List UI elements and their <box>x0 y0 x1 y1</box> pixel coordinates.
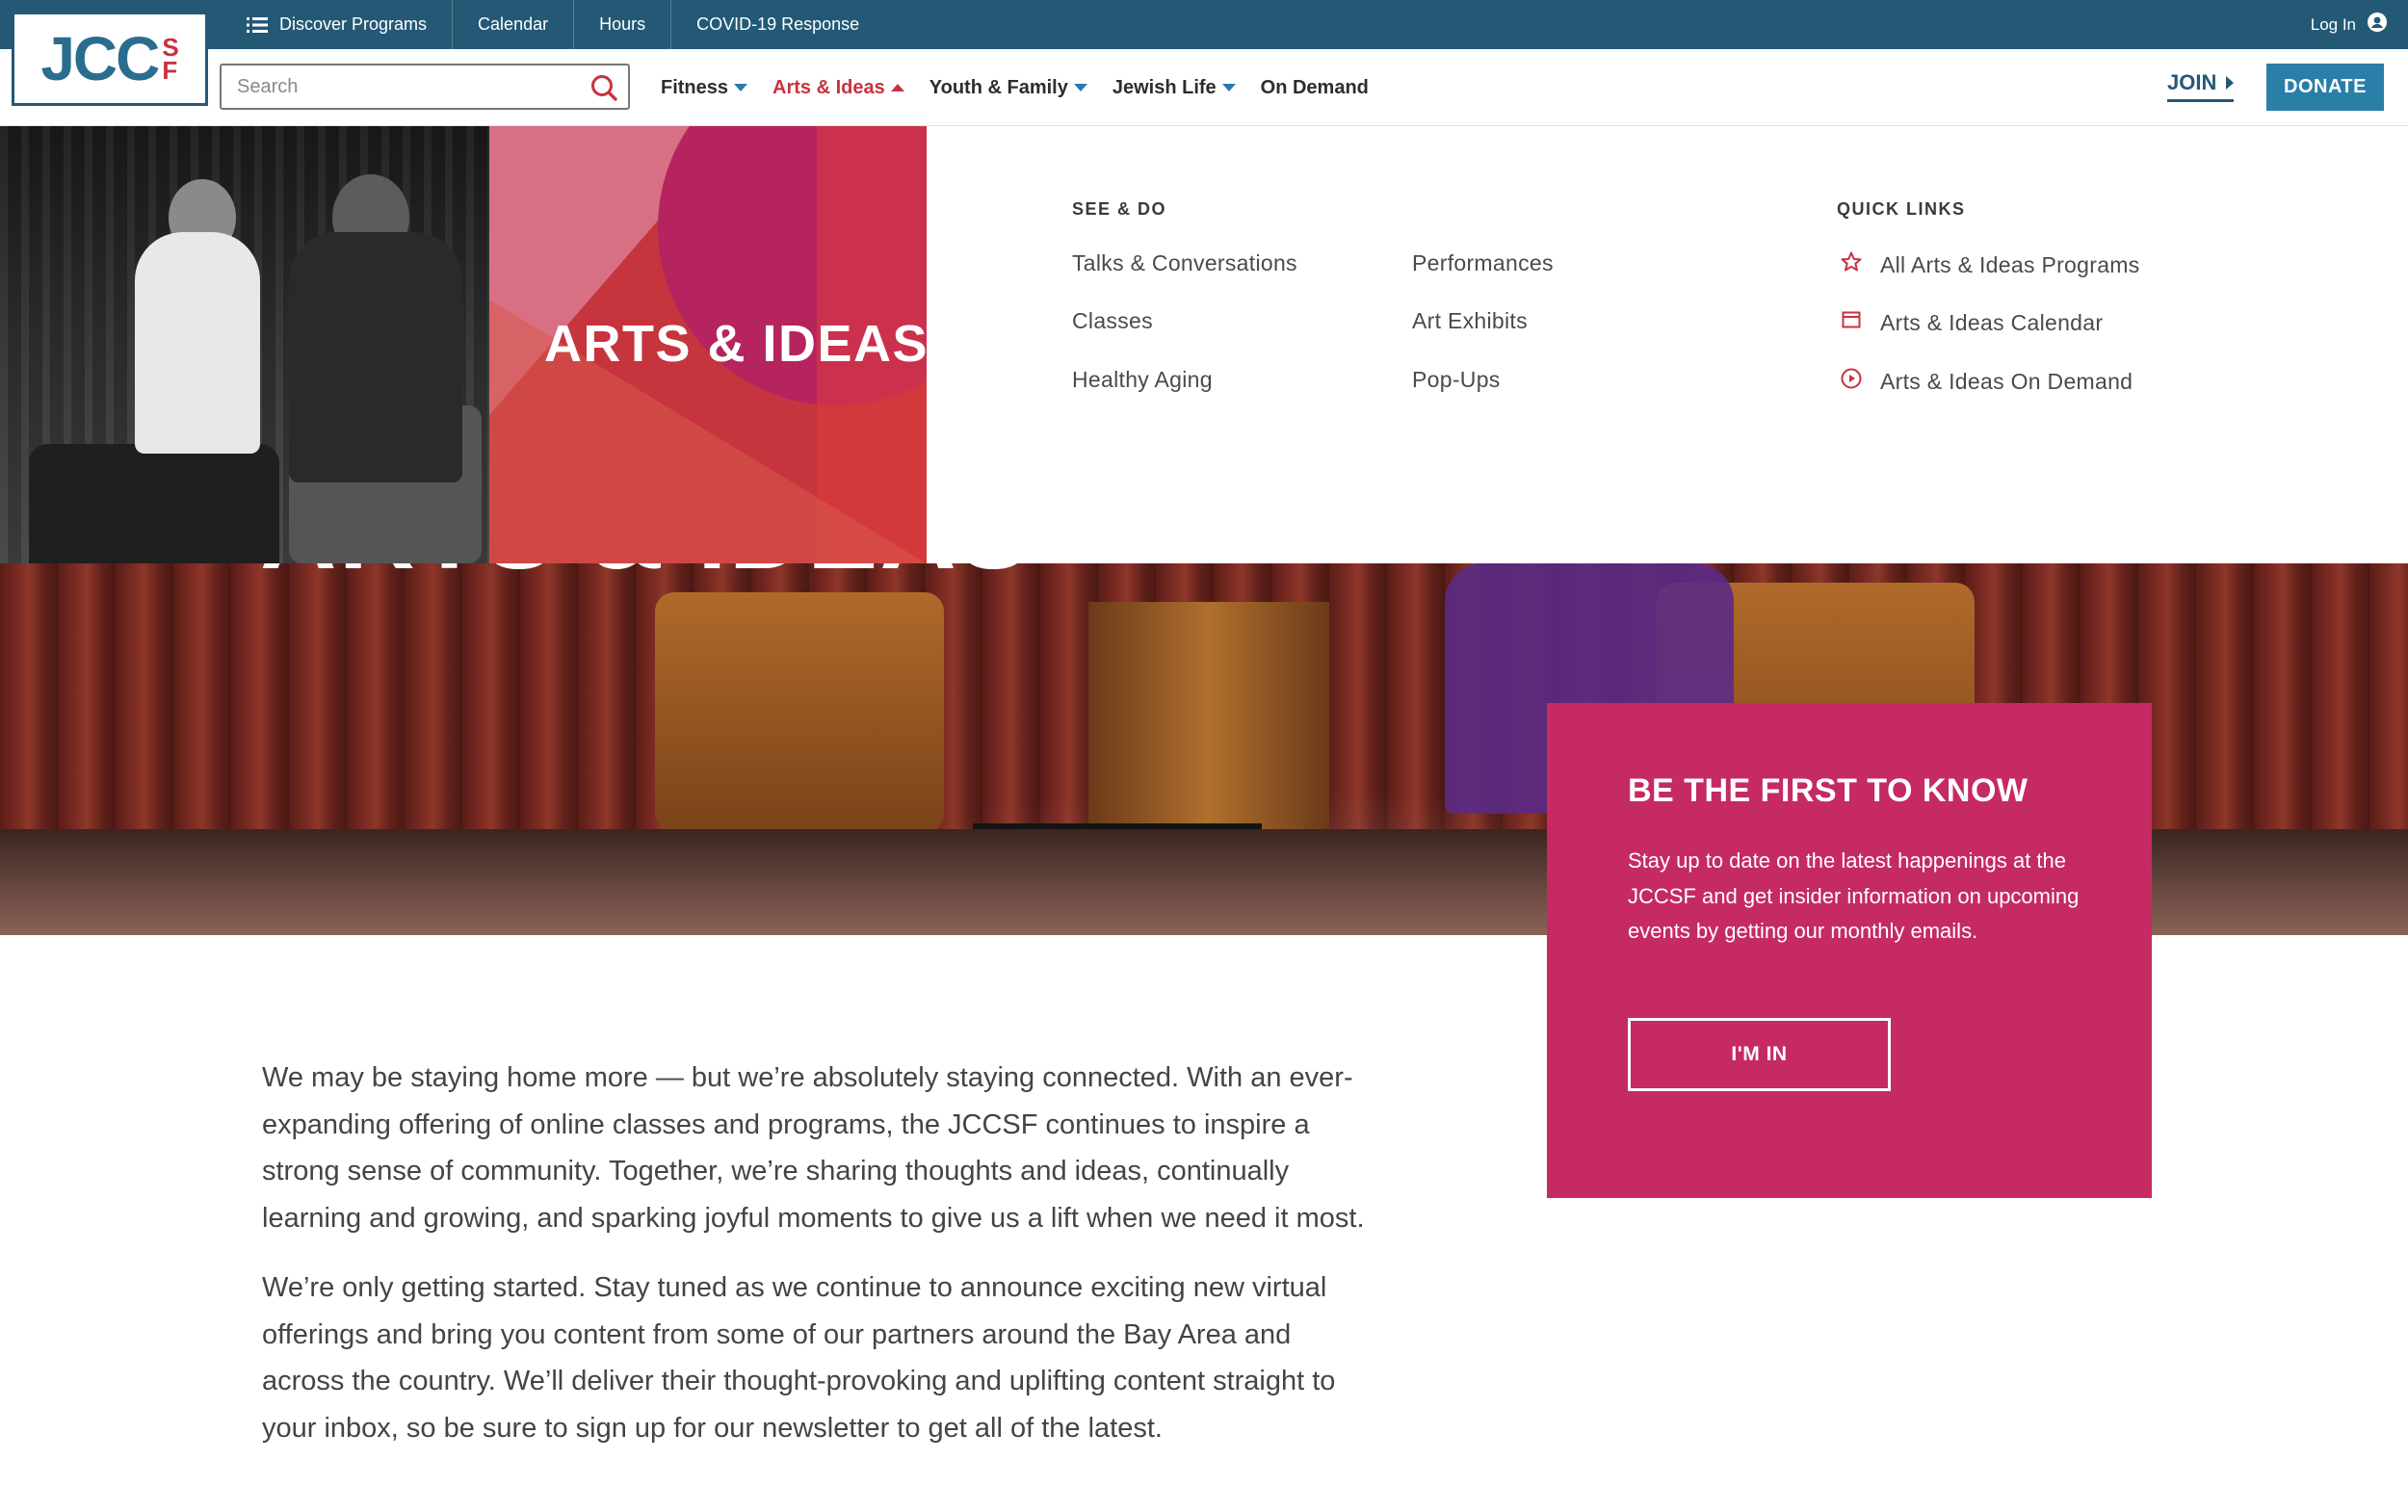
quick-link-calendar[interactable]: Arts & Ideas Calendar <box>1840 308 2103 337</box>
utility-links: Discover Programs Calendar Hours COVID-1… <box>222 0 884 49</box>
dropdown-feature-photo <box>0 126 489 563</box>
nav-on-demand[interactable]: On Demand <box>1261 77 1369 99</box>
arts-ideas-dropdown: ARTS & IDEAS SEE & DO Talks & Conversati… <box>0 126 2408 563</box>
search-icon[interactable] <box>589 73 618 107</box>
link-classes[interactable]: Classes <box>1072 308 1153 334</box>
star-icon <box>1840 250 1863 279</box>
login-link[interactable]: Log In <box>2311 0 2387 49</box>
chevron-down-icon <box>1221 84 1236 91</box>
newsletter-text: Stay up to date on the latest happenings… <box>1628 848 2080 943</box>
chevron-up-icon <box>890 84 904 91</box>
hero-chair-left <box>655 592 944 833</box>
hours-link-label: Hours <box>599 14 646 34</box>
utility-bar: Discover Programs Calendar Hours COVID-1… <box>0 0 2408 49</box>
discover-programs-label: Discover Programs <box>279 14 428 34</box>
join-link[interactable]: JOIN <box>2167 70 2235 102</box>
link-healthy-aging[interactable]: Healthy Aging <box>1072 367 1213 393</box>
primary-menu: Fitness Arts & Ideas Youth & Family Jewi… <box>661 49 1369 126</box>
intro-paragraph-2: We’re only getting started. Stay tuned a… <box>262 1272 1336 1444</box>
photo-figure-right <box>289 232 462 482</box>
see-do-heading: SEE & DO <box>1072 199 1167 219</box>
covid-response-link[interactable]: COVID-19 Response <box>671 0 884 49</box>
newsletter-heading: BE THE FIRST TO KNOW <box>1628 772 2028 809</box>
nav-arts-ideas-label: Arts & Ideas <box>772 76 885 98</box>
chevron-down-icon <box>734 84 748 91</box>
chevron-down-icon <box>1073 84 1087 91</box>
arts-ideas-feature-link[interactable]: ARTS & IDEAS <box>544 314 952 374</box>
list-icon <box>247 16 268 34</box>
quick-link-on-demand[interactable]: Arts & Ideas On Demand <box>1840 367 2133 396</box>
hours-link[interactable]: Hours <box>574 0 672 49</box>
calendar-link-label: Calendar <box>478 14 549 34</box>
join-label: JOIN <box>2167 70 2217 94</box>
main-nav-bar: Fitness Arts & Ideas Youth & Family Jewi… <box>0 49 2408 126</box>
arts-ideas-feature-title: ARTS & IDEAS <box>544 315 929 373</box>
newsletter-card: BE THE FIRST TO KNOW Stay up to date on … <box>1547 703 2152 1198</box>
nav-jewish-life[interactable]: Jewish Life <box>1112 77 1236 99</box>
search-box <box>220 64 630 110</box>
link-art-exhibits[interactable]: Art Exhibits <box>1412 308 1528 334</box>
im-in-button[interactable]: I'M IN <box>1628 1018 1891 1091</box>
calendar-link[interactable]: Calendar <box>453 0 575 49</box>
quick-link-all-programs-label: All Arts & Ideas Programs <box>1880 251 2140 277</box>
nav-fitness[interactable]: Fitness <box>661 76 748 99</box>
photo-figure-left <box>135 232 260 454</box>
photo-figure-legs <box>29 444 279 563</box>
user-circle-icon <box>2368 13 2387 37</box>
donate-button[interactable]: DONATE <box>2266 64 2384 111</box>
intro-paragraph-1: We may be staying home more — but we’re … <box>262 1062 1365 1234</box>
search-input[interactable] <box>222 65 568 108</box>
login-label: Log In <box>2310 14 2356 34</box>
arrow-right-icon <box>2226 76 2235 90</box>
quick-link-calendar-label: Arts & Ideas Calendar <box>1880 309 2104 335</box>
discover-programs-link[interactable]: Discover Programs <box>222 0 454 49</box>
nav-youth-family-label: Youth & Family <box>929 76 1068 98</box>
play-circle-icon <box>1840 367 1863 396</box>
link-performances[interactable]: Performances <box>1412 250 1554 276</box>
calendar-icon <box>1840 308 1863 337</box>
quick-links-heading: QUICK LINKS <box>1837 199 1966 219</box>
intro-content: We may be staying home more — but we’re … <box>262 1055 1379 1474</box>
quick-link-on-demand-label: Arts & Ideas On Demand <box>1880 368 2133 394</box>
nav-on-demand-label: On Demand <box>1260 76 1369 98</box>
quick-link-all-programs[interactable]: All Arts & Ideas Programs <box>1840 250 2140 279</box>
nav-arts-ideas[interactable]: Arts & Ideas <box>772 77 904 99</box>
covid-response-label: COVID-19 Response <box>696 14 860 34</box>
arrow-right-icon <box>942 337 952 351</box>
nav-youth-family[interactable]: Youth & Family <box>929 77 1087 99</box>
nav-fitness-label: Fitness <box>661 76 729 98</box>
link-pop-ups[interactable]: Pop-Ups <box>1412 367 1501 393</box>
nav-jewish-life-label: Jewish Life <box>1112 76 1217 98</box>
link-talks-conversations[interactable]: Talks & Conversations <box>1072 250 1297 276</box>
